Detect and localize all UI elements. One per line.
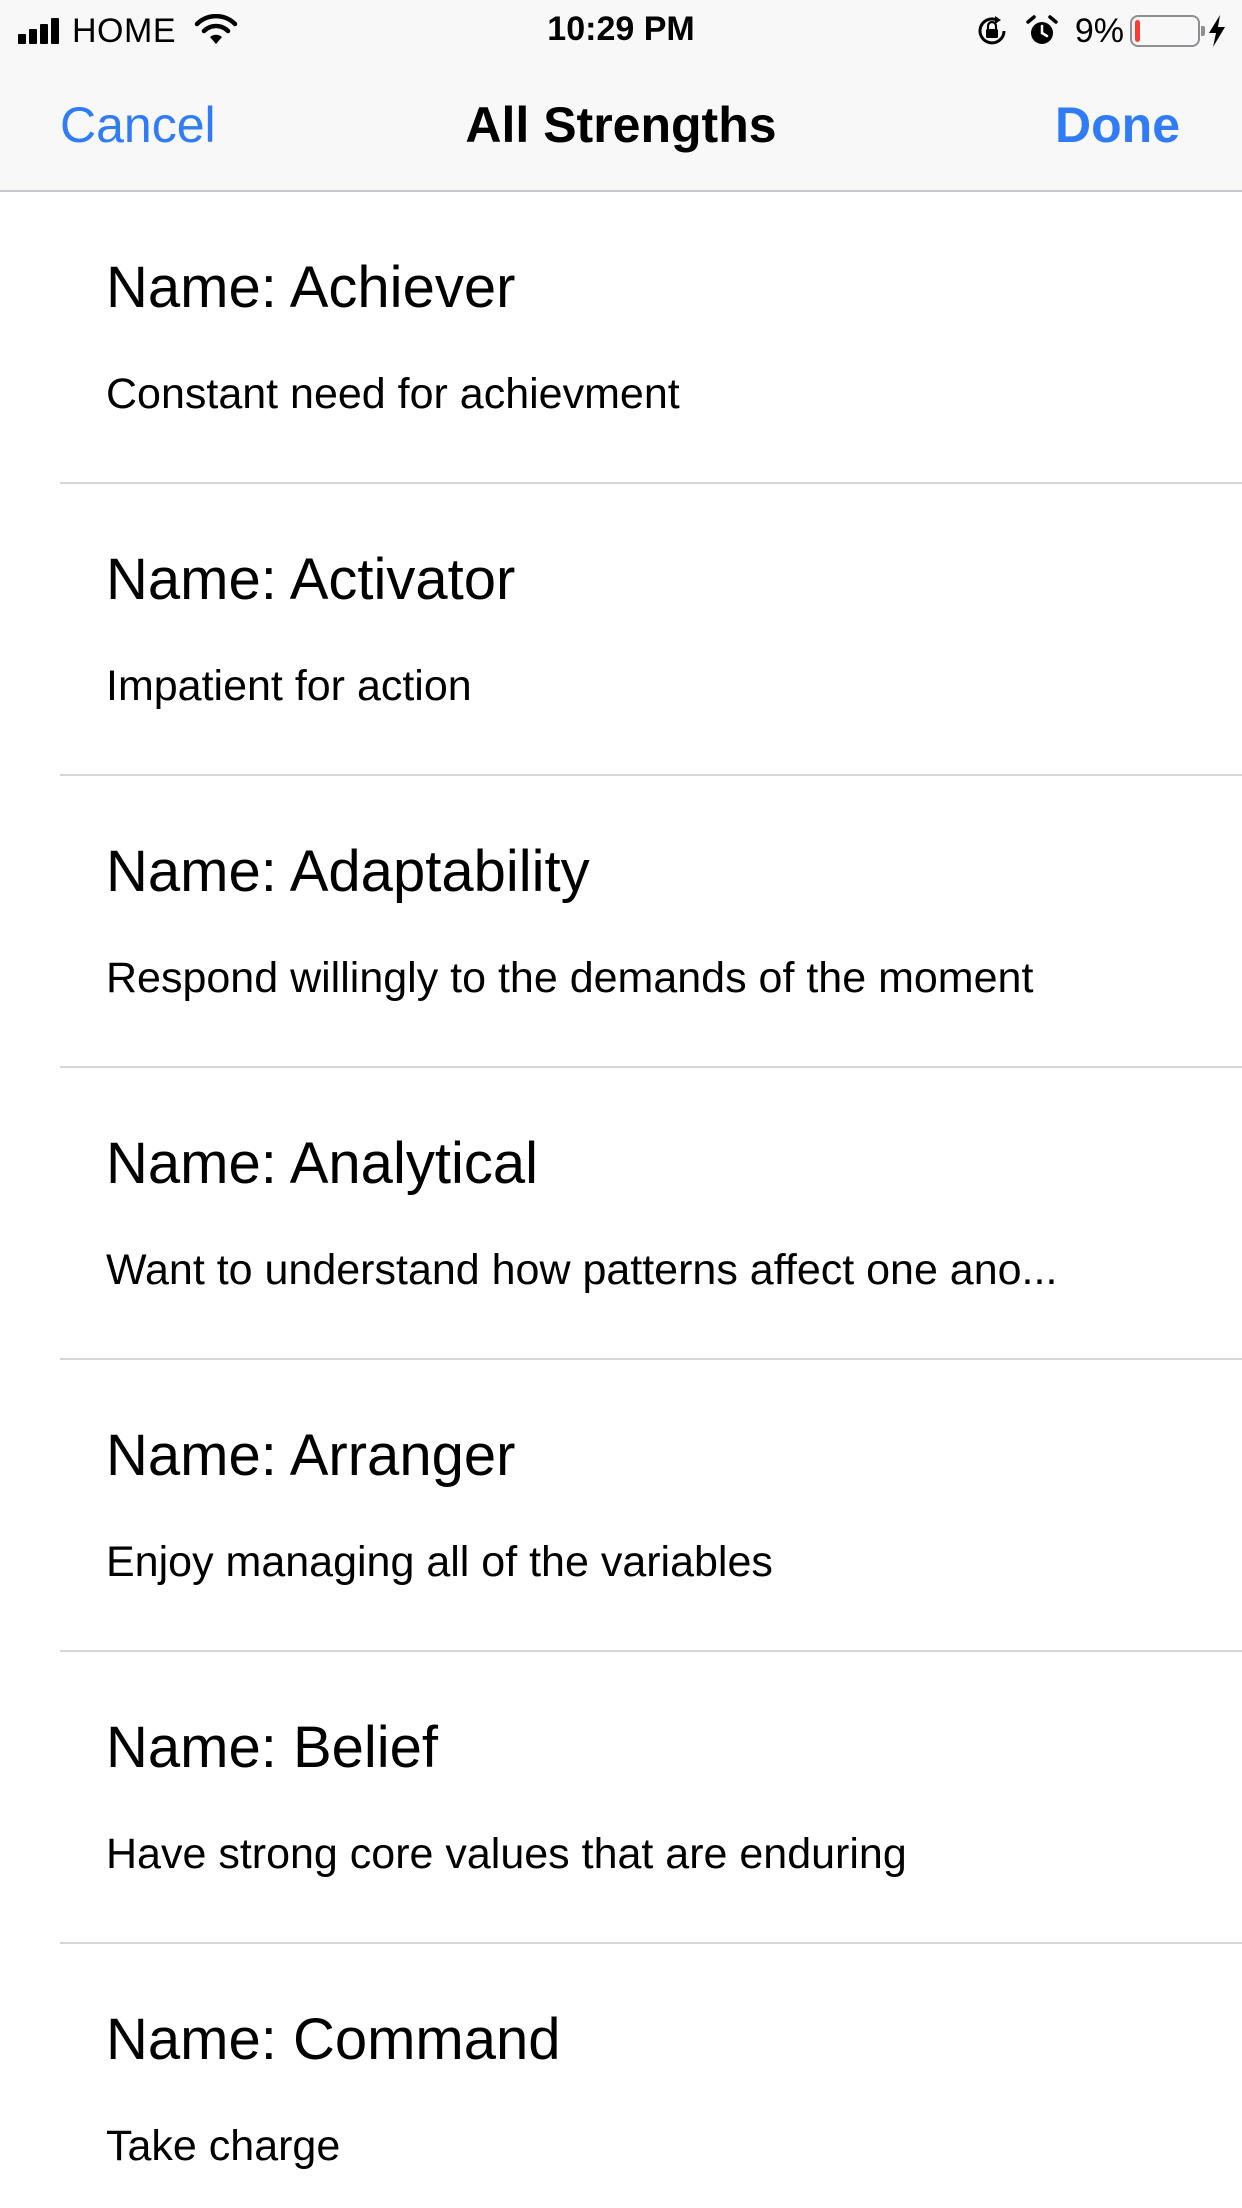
strength-name: Name: Belief xyxy=(106,1715,439,1780)
list-item-belief[interactable]: Name: Belief Have strong core values tha… xyxy=(0,1652,1242,1944)
list-item-command[interactable]: Name: Command Take charge xyxy=(0,1944,1242,2208)
strength-description: Impatient for action xyxy=(106,662,472,710)
strengths-list[interactable]: Name: Achiever Constant need for achievm… xyxy=(0,192,1242,2208)
list-item-activator[interactable]: Name: Activator Impatient for action xyxy=(0,484,1242,776)
strength-description: Respond willingly to the demands of the … xyxy=(106,954,1034,1002)
strength-name: Name: Command xyxy=(106,2007,561,2072)
strength-name: Name: Activator xyxy=(106,547,516,612)
strength-description: Take charge xyxy=(106,2122,341,2170)
strength-description: Want to understand how patterns affect o… xyxy=(106,1246,1058,1294)
strength-description: Enjoy managing all of the variables xyxy=(106,1538,773,1586)
status-right: 9% xyxy=(975,10,1228,52)
list-item-achiever[interactable]: Name: Achiever Constant need for achievm… xyxy=(0,192,1242,484)
done-button[interactable]: Done xyxy=(1055,60,1180,190)
strength-name: Name: Arranger xyxy=(106,1423,516,1488)
navigation-bar: Cancel All Strengths Done xyxy=(0,60,1242,192)
strength-name: Name: Achiever xyxy=(106,255,516,320)
strength-name: Name: Analytical xyxy=(106,1131,538,1196)
charging-bolt-icon xyxy=(1209,15,1225,47)
battery-nub xyxy=(1201,26,1205,36)
list-item-analytical[interactable]: Name: Analytical Want to understand how … xyxy=(0,1068,1242,1360)
list-item-arranger[interactable]: Name: Arranger Enjoy managing all of the… xyxy=(0,1360,1242,1652)
alarm-icon xyxy=(1026,15,1058,44)
status-bar: HOME 10:29 PM 9% xyxy=(0,0,1242,60)
strength-description: Constant need for achievment xyxy=(106,370,680,418)
rotation-lock-icon xyxy=(978,16,1006,45)
battery-level-fill xyxy=(1135,20,1140,42)
list-item-adaptability[interactable]: Name: Adaptability Respond willingly to … xyxy=(0,776,1242,1068)
strength-name: Name: Adaptability xyxy=(106,839,590,904)
battery-icon xyxy=(1130,15,1205,47)
strength-description: Have strong core values that are endurin… xyxy=(106,1830,907,1878)
battery-percent: 9% xyxy=(1074,11,1124,50)
